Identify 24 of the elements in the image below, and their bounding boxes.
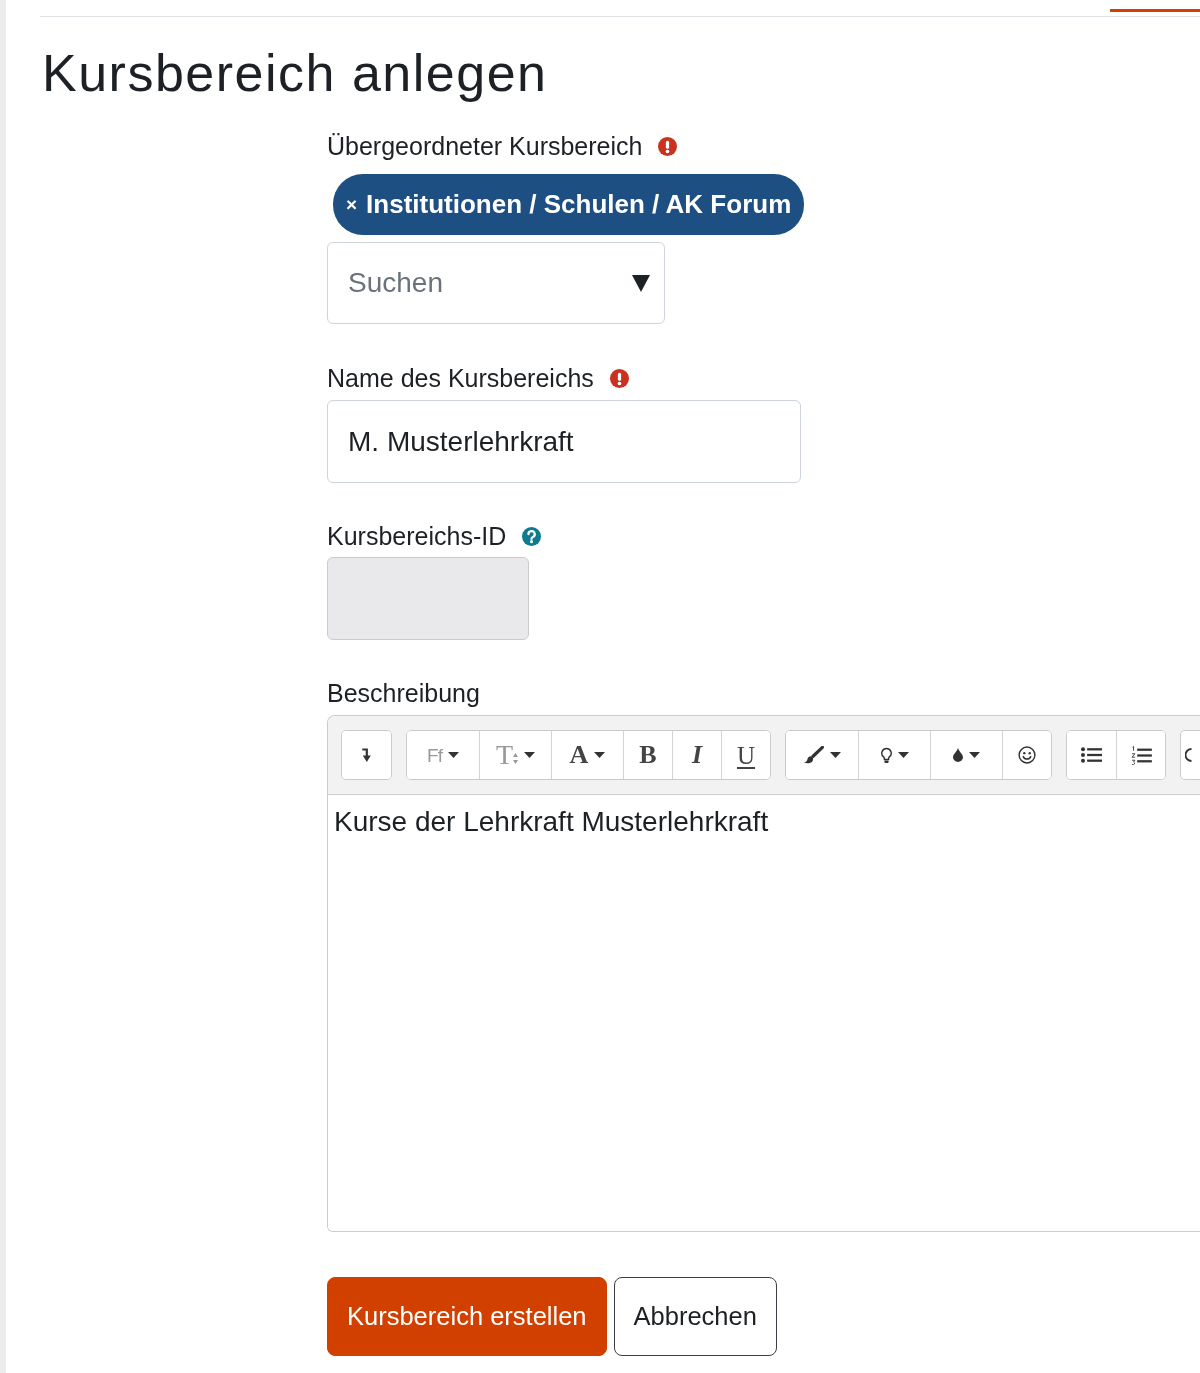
toolbar-toggle-button[interactable] — [342, 731, 391, 779]
up-down-arrows-icon — [513, 752, 519, 764]
lightbulb-icon — [880, 746, 892, 764]
smiley-icon — [1018, 746, 1036, 764]
underline-button[interactable]: U — [721, 731, 770, 779]
field-label: Übergeordneter Kursbereich — [327, 132, 643, 160]
cancel-button[interactable]: Abbrechen — [613, 1277, 777, 1356]
bulleted-list-icon — [1081, 747, 1102, 763]
field-label: Beschreibung — [327, 679, 480, 707]
paintbrush-icon — [803, 746, 824, 764]
hooked-arrow-icon — [362, 748, 371, 762]
field-label: Name des Kursbereichs — [327, 364, 594, 392]
search-combobox[interactable]: Suchen — [327, 242, 665, 324]
page-title: Kursbereich anlegen — [42, 43, 548, 103]
caret-icon — [632, 275, 650, 292]
drop-icon — [953, 748, 963, 762]
field-label: Kursbereichs-ID — [327, 522, 507, 550]
text-input-field[interactable]: M. Musterlehrkraft — [327, 400, 801, 483]
numbered-list-icon — [1130, 745, 1152, 765]
selected-category-chip[interactable]: × Institutionen / Schulen / AK Forum — [333, 174, 805, 235]
submit-button[interactable]: Kursbereich erstellen — [327, 1277, 607, 1356]
emoji-button[interactable] — [1002, 731, 1051, 779]
arc-icon — [1185, 748, 1192, 762]
numbered-list-button[interactable] — [1116, 731, 1165, 779]
